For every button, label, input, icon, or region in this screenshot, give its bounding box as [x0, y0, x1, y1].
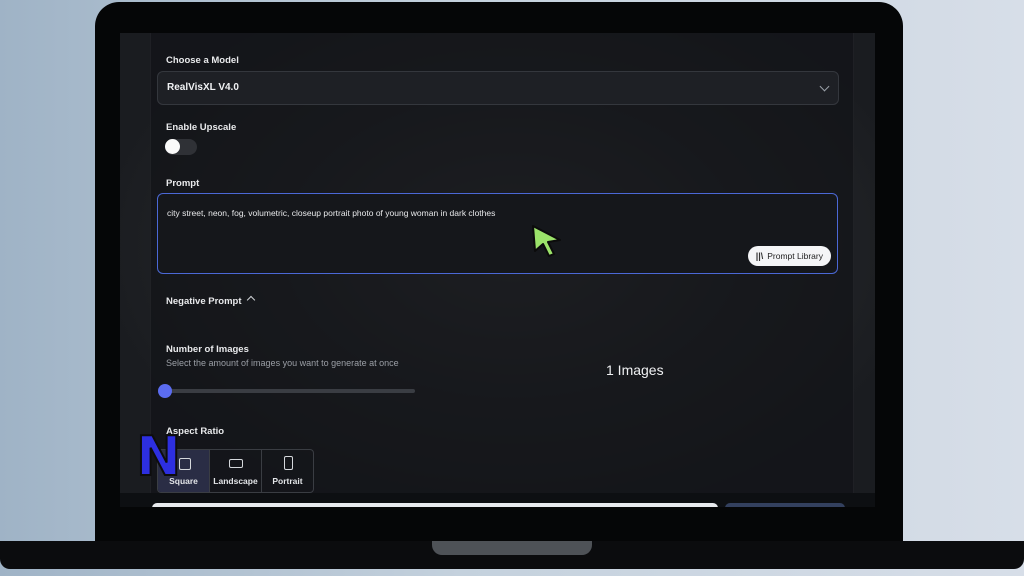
prompt-textarea[interactable]: city street, neon, fog, volumetric, clos… — [157, 193, 838, 274]
negative-prompt-toggle[interactable]: Negative Prompt — [166, 295, 255, 307]
upscale-label: Enable Upscale — [166, 122, 237, 133]
mouse-cursor-icon — [532, 225, 561, 257]
prompt-library-button[interactable]: ||\ Prompt Library — [747, 246, 831, 266]
negative-prompt-label: Negative Prompt — [166, 296, 242, 307]
images-slider-thumb[interactable] — [158, 384, 172, 398]
toggle-knob — [165, 139, 180, 154]
images-count: 1 Images — [606, 362, 664, 378]
model-label: Choose a Model — [166, 55, 239, 66]
prompt-label: Prompt — [166, 178, 200, 189]
logo-letter: N — [136, 427, 181, 483]
aspect-landscape-option[interactable]: Landscape — [210, 450, 262, 492]
images-slider-track[interactable] — [165, 389, 415, 393]
upscale-toggle[interactable] — [165, 139, 197, 155]
images-hint: Select the amount of images you want to … — [166, 358, 399, 368]
model-select[interactable]: RealVisXL V4.0 — [157, 71, 839, 105]
chevron-up-icon — [246, 295, 255, 305]
prompt-text: city street, neon, fog, volumetric, clos… — [167, 208, 496, 218]
channel-logo: N — [135, 427, 182, 483]
model-select-value: RealVisXL V4.0 — [167, 82, 239, 93]
aspect-portrait-option[interactable]: Portrait — [262, 450, 313, 492]
prompt-library-label: Prompt Library — [767, 251, 823, 261]
images-label: Number of Images — [166, 344, 249, 355]
app-screen: Choose a Model RealVisXL V4.0 Enable Ups… — [120, 33, 875, 507]
laptop-notch — [432, 541, 592, 555]
aspect-landscape-label: Landscape — [213, 476, 258, 486]
portrait-icon — [283, 456, 293, 470]
chevron-down-icon — [819, 81, 830, 92]
aspect-portrait-label: Portrait — [272, 476, 303, 486]
generate-button[interactable] — [725, 503, 845, 507]
bottom-input[interactable] — [152, 503, 718, 507]
landscape-icon — [228, 459, 243, 468]
library-icon: ||\ — [755, 251, 764, 261]
